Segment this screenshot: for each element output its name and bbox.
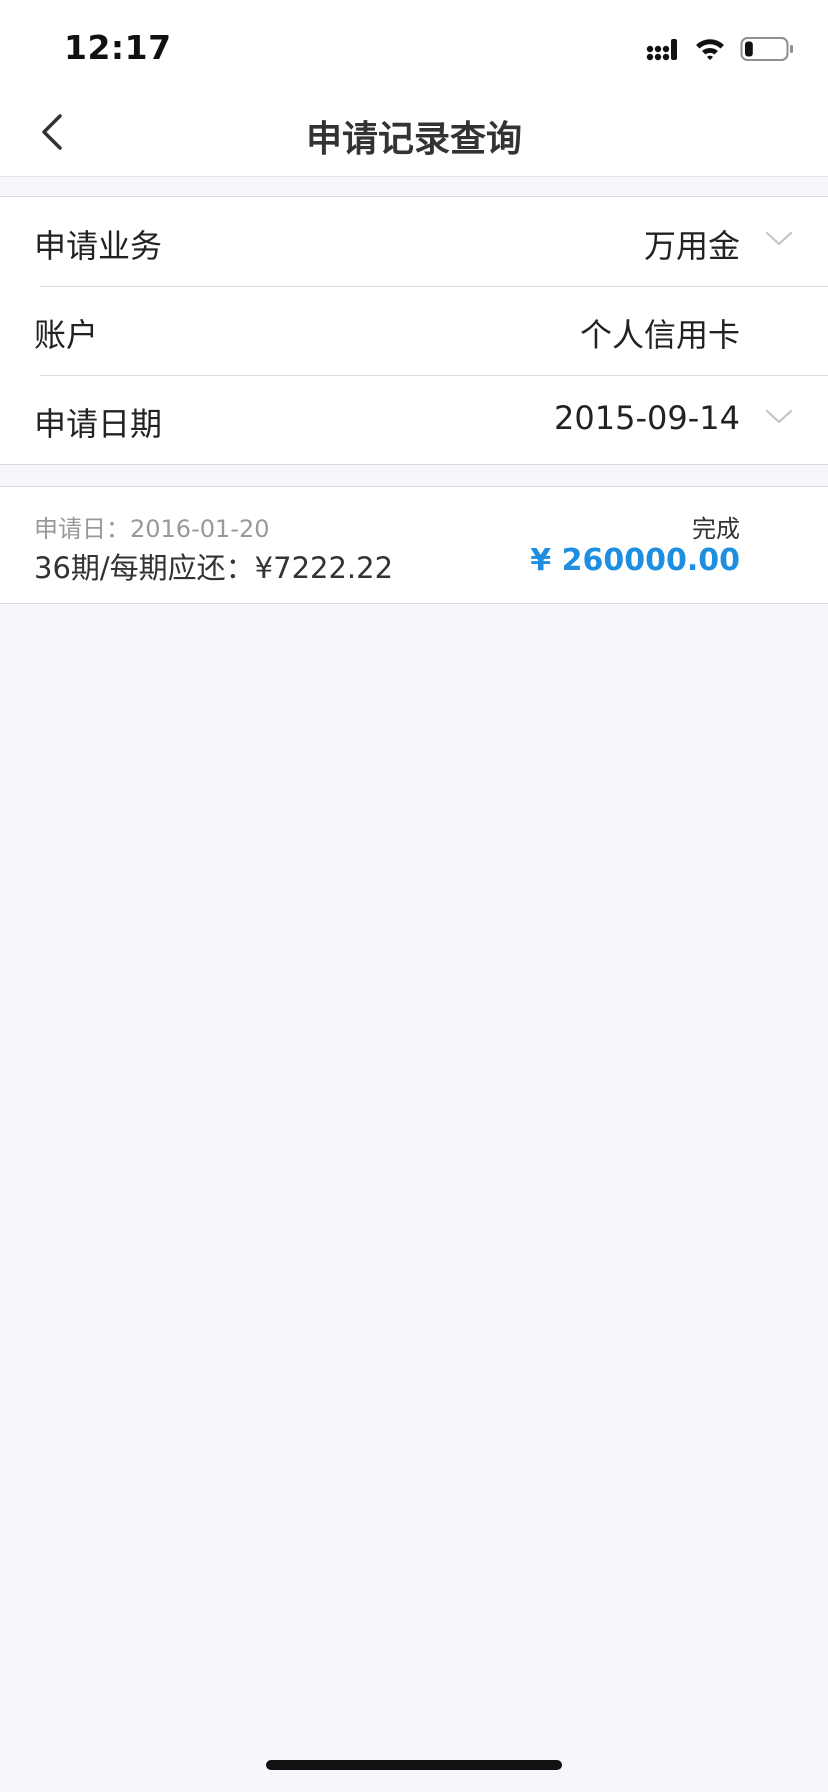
battery-icon <box>740 37 793 61</box>
business-value: 万用金 <box>643 227 740 265</box>
page-title: 申请记录查询 <box>305 119 522 160</box>
record-installment-info: 36期/每期应还：¥7222.22 <box>34 551 394 585</box>
account-row[interactable]: 账户 个人信用卡 <box>0 286 828 375</box>
account-label: 账户 <box>34 316 99 354</box>
record-apply-date: 申请日：2016-01-20 <box>34 509 269 544</box>
navigation-bar: 申请记录查询 <box>0 88 828 177</box>
account-value: 个人信用卡 <box>579 316 740 354</box>
home-indicator[interactable] <box>266 1760 562 1770</box>
record-apply-date-label: 申请日： <box>34 515 130 543</box>
date-selector[interactable]: 申请日期 2015-09-14 <box>0 375 828 464</box>
record-amount: ¥ 260000.00 <box>530 543 740 578</box>
signal-icon <box>646 39 677 61</box>
chevron-down-icon <box>765 409 793 424</box>
wifi-icon <box>696 39 724 60</box>
chevron-down-icon <box>765 231 793 246</box>
list-item[interactable]: 申请日：2016-01-20 36期/每期应还：¥7222.22 完成 ¥ 26… <box>0 486 828 604</box>
business-label: 申请业务 <box>34 227 163 265</box>
date-label: 申请日期 <box>34 405 163 443</box>
query-form: 申请业务 万用金 账户 个人信用卡 申请日期 2015-09-14 <box>0 196 828 465</box>
business-selector[interactable]: 申请业务 万用金 <box>0 197 828 286</box>
record-apply-date-value: 2016-01-20 <box>130 515 270 543</box>
status-badge: 完成 <box>692 515 740 543</box>
status-bar: 12:17 <box>0 0 828 88</box>
status-time: 12:17 <box>64 28 172 67</box>
status-icons <box>646 34 794 64</box>
date-value: 2015-09-14 <box>554 399 740 437</box>
